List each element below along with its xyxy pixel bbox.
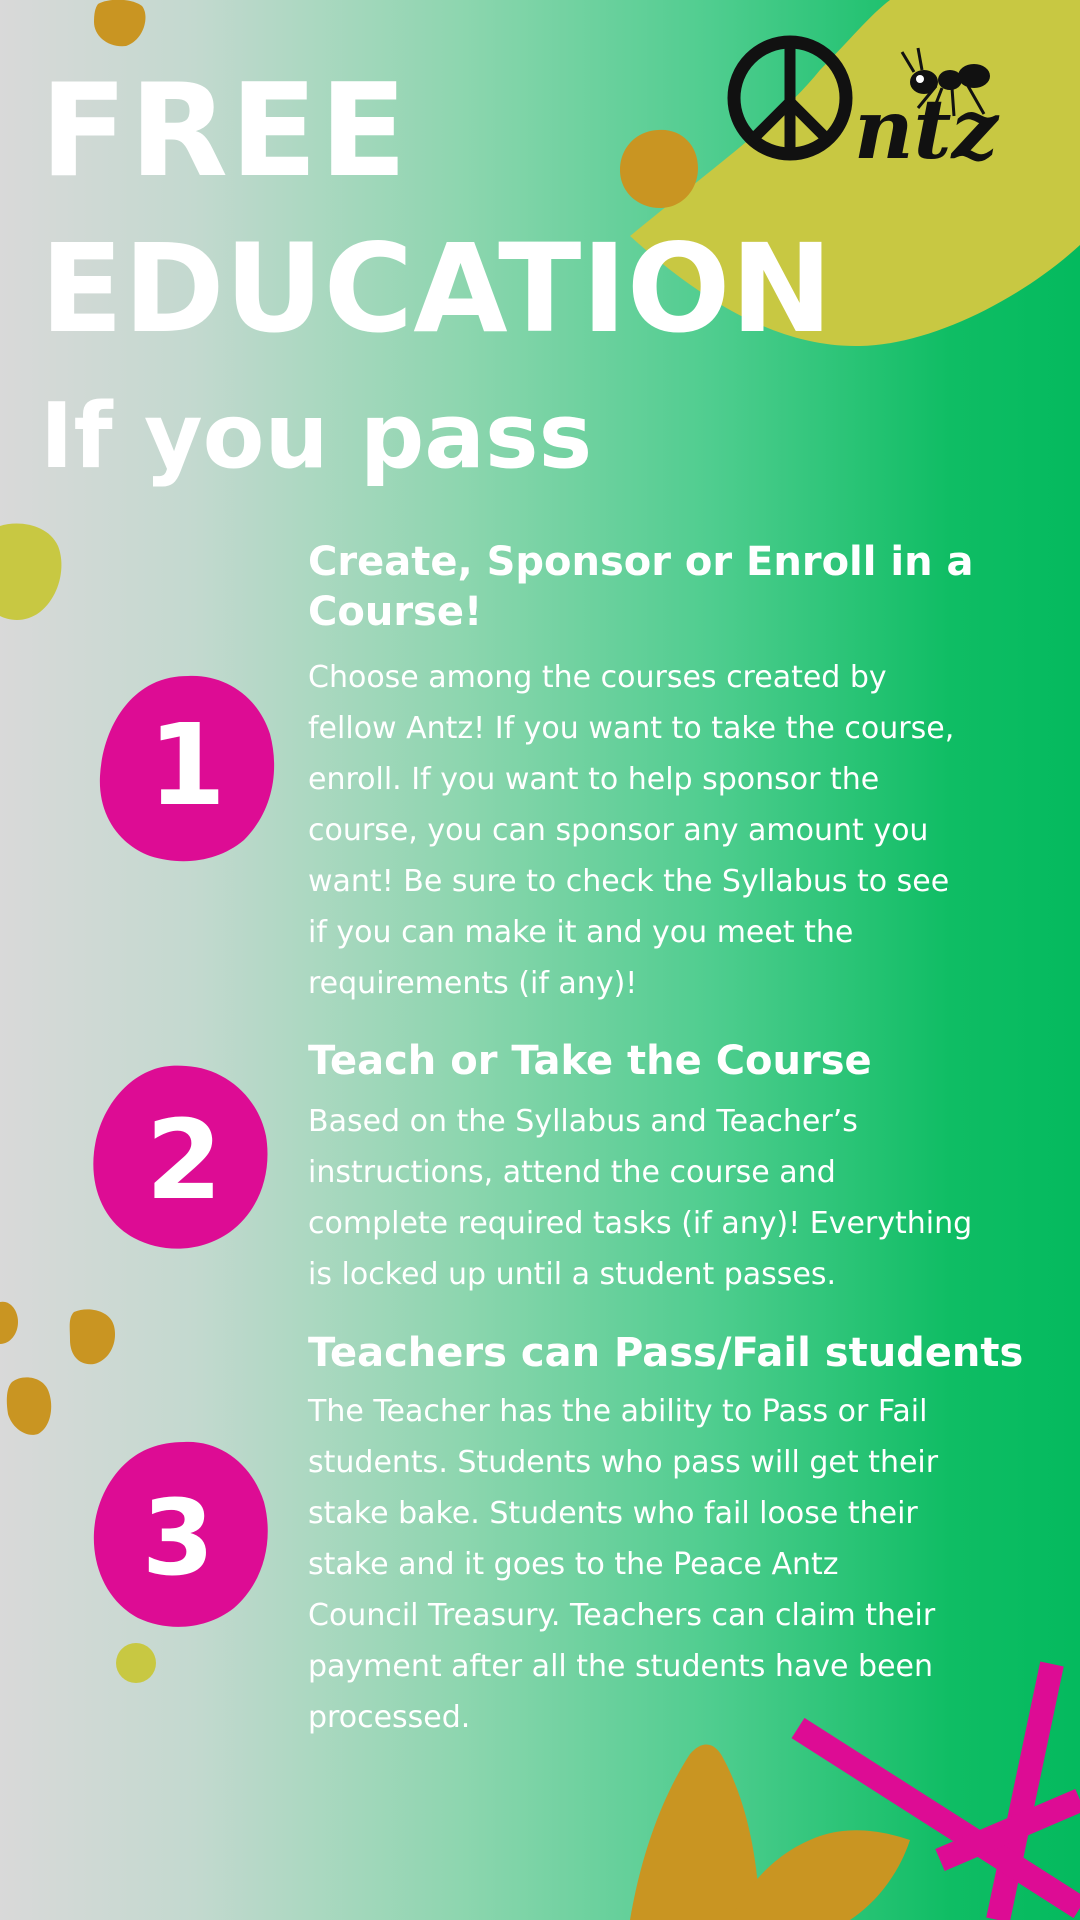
step-3-body-line: students. Students who pass will get the… <box>308 1445 939 1480</box>
step-3-body-line: The Teacher has the ability to Pass or F… <box>308 1394 928 1429</box>
step-1-body: Choose among the courses created by fell… <box>308 652 954 1009</box>
step-2-number: 2 <box>146 1096 223 1224</box>
mustard-dot-top <box>94 0 146 47</box>
step-3-number-badge: 3 <box>93 1441 268 1627</box>
step-2-body: Based on the Syllabus and Teacher’s inst… <box>308 1096 972 1300</box>
lime-dot-small <box>116 1643 156 1683</box>
step-1-body-line: Choose among the courses created by <box>308 660 887 695</box>
step-1-number-badge: 1 <box>99 675 275 862</box>
step-2-body-line: Based on the Syllabus and Teacher’s <box>308 1104 858 1139</box>
step-3-body-line: payment after all the students have been <box>308 1649 934 1684</box>
step-1-title-line-1: Create, Sponsor or Enroll in a <box>308 539 974 585</box>
step-1-body-line: requirements (if any)! <box>308 966 638 1001</box>
step-1-title: Create, Sponsor or Enroll in a Course! <box>308 537 974 637</box>
step-1-body-line: want! Be sure to check the Syllabus to s… <box>308 864 950 899</box>
step-2-title-line-1: Teach or Take the Course <box>308 1038 872 1084</box>
mustard-dot-left-2 <box>69 1309 116 1365</box>
step-1-body-line: enroll. If you want to help sponsor the <box>308 762 880 797</box>
step-1-body-line: if you can make it and you meet the <box>308 915 854 950</box>
step-3-body-line: Council Treasury. Teachers can claim the… <box>308 1598 936 1633</box>
step-3-body-line: processed. <box>308 1700 471 1735</box>
antz-logo: ntz <box>727 35 999 178</box>
headline-education: EDUCATION <box>40 218 833 360</box>
step-2-body-line: instructions, attend the course and <box>308 1155 836 1190</box>
step-1-title-line-2: Course! <box>308 589 483 635</box>
mustard-dot-left-3 <box>6 1377 52 1435</box>
headline-free: FREE <box>40 57 409 206</box>
step-3-body-line: stake and it goes to the Peace Antz <box>308 1547 839 1582</box>
step-3-body-line: stake bake. Students who fail loose thei… <box>308 1496 918 1531</box>
headline-if-you-pass: If you pass <box>40 384 593 489</box>
step-1-body-line: fellow Antz! If you want to take the cou… <box>308 711 955 746</box>
step-2-body-line: is locked up until a student passes. <box>308 1257 837 1292</box>
lime-blob-left <box>0 523 62 620</box>
logo-text: ntz <box>854 82 999 178</box>
step-3-number: 3 <box>142 1477 214 1599</box>
step-2-number-badge: 2 <box>93 1065 268 1249</box>
poster: ntz FREE EDUCATION If you pass 1 Create,… <box>0 0 1080 1920</box>
step-3-title-line-1: Teachers can Pass/Fail students <box>308 1330 1024 1376</box>
mustard-dot-left-1 <box>0 1301 18 1344</box>
mustard-blob-mid <box>620 129 698 208</box>
peace-sign-icon <box>727 35 853 161</box>
step-1-body-line: course, you can sponsor any amount you <box>308 813 929 848</box>
step-3-title: Teachers can Pass/Fail students <box>308 1328 1023 1378</box>
step-2-title: Teach or Take the Course <box>308 1036 872 1086</box>
step-1-number: 1 <box>148 701 226 831</box>
step-3-body: The Teacher has the ability to Pass or F… <box>308 1386 938 1743</box>
step-2-body-line: complete required tasks (if any)! Everyt… <box>308 1206 973 1241</box>
